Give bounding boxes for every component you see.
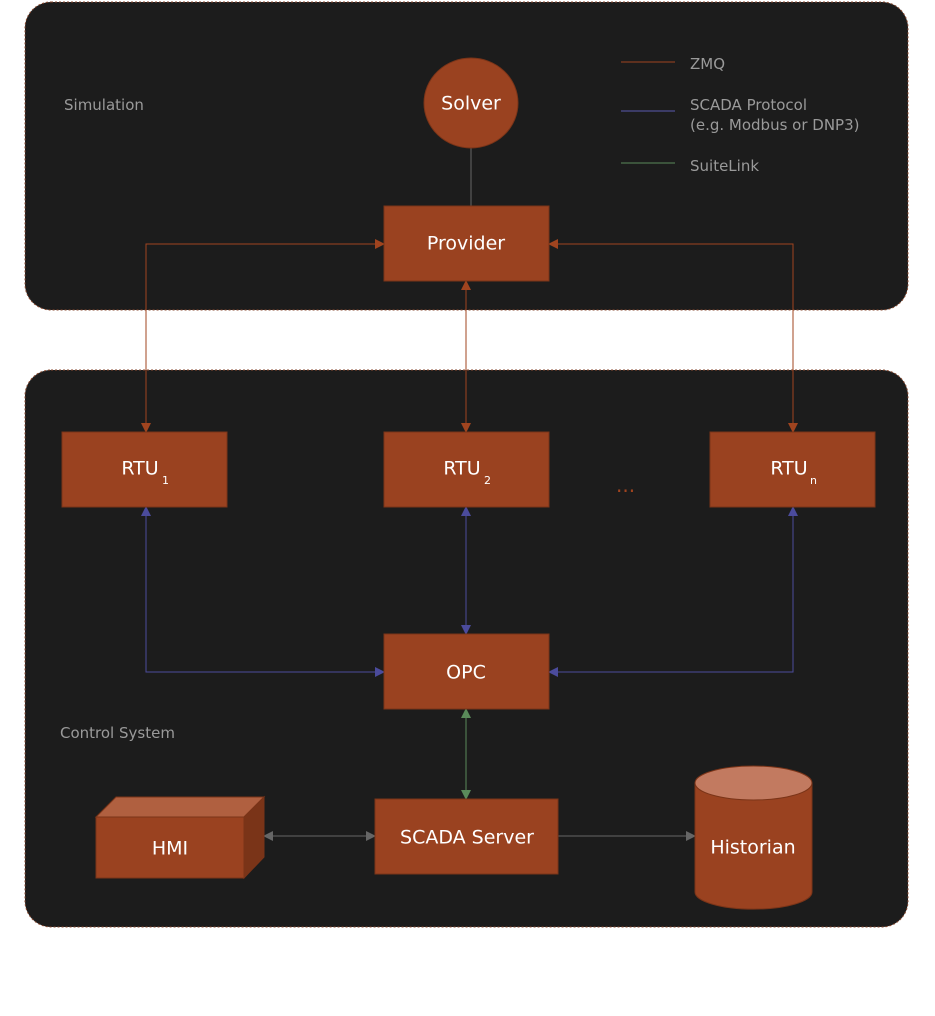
solver-label: Solver [441,93,501,115]
legend-scada-sub: (e.g. Modbus or DNP3) [690,116,859,134]
legend-scada: SCADA Protocol [690,96,807,114]
rtu1-node: RTU 1 [61,431,228,508]
legend-suitelink: SuiteLink [690,157,759,175]
control-system-label: Control System [60,724,175,742]
rtu1-subscript: 1 [162,474,169,487]
opc-label: OPC [446,662,486,684]
opc-node: OPC [383,633,550,710]
rtu2-subscript: 2 [484,474,491,487]
historian-label: Historian [710,837,795,859]
rtun-subscript: n [810,474,817,487]
rtu2-label: RTU [443,458,480,480]
rtun-label: RTU [770,458,807,480]
solver-node: Solver [423,57,519,149]
historian-node: Historian [694,765,813,910]
rtun-node: RTU n [709,431,876,508]
rtu2-node: RTU 2 [383,431,550,508]
provider-label: Provider [427,233,505,255]
simulation-label: Simulation [64,96,144,114]
ellipsis: ... [616,473,635,497]
scada-server-node: SCADA Server [374,798,559,875]
legend-zmq: ZMQ [690,55,725,73]
provider-node: Provider [383,205,550,282]
hmi-label: HMI [152,838,188,860]
rtu1-label: RTU [121,458,158,480]
scada-server-label: SCADA Server [400,827,534,849]
hmi-node: HMI [94,795,266,880]
architecture-diagram: Simulation Control System ZMQ SCADA Prot… [24,1,909,928]
